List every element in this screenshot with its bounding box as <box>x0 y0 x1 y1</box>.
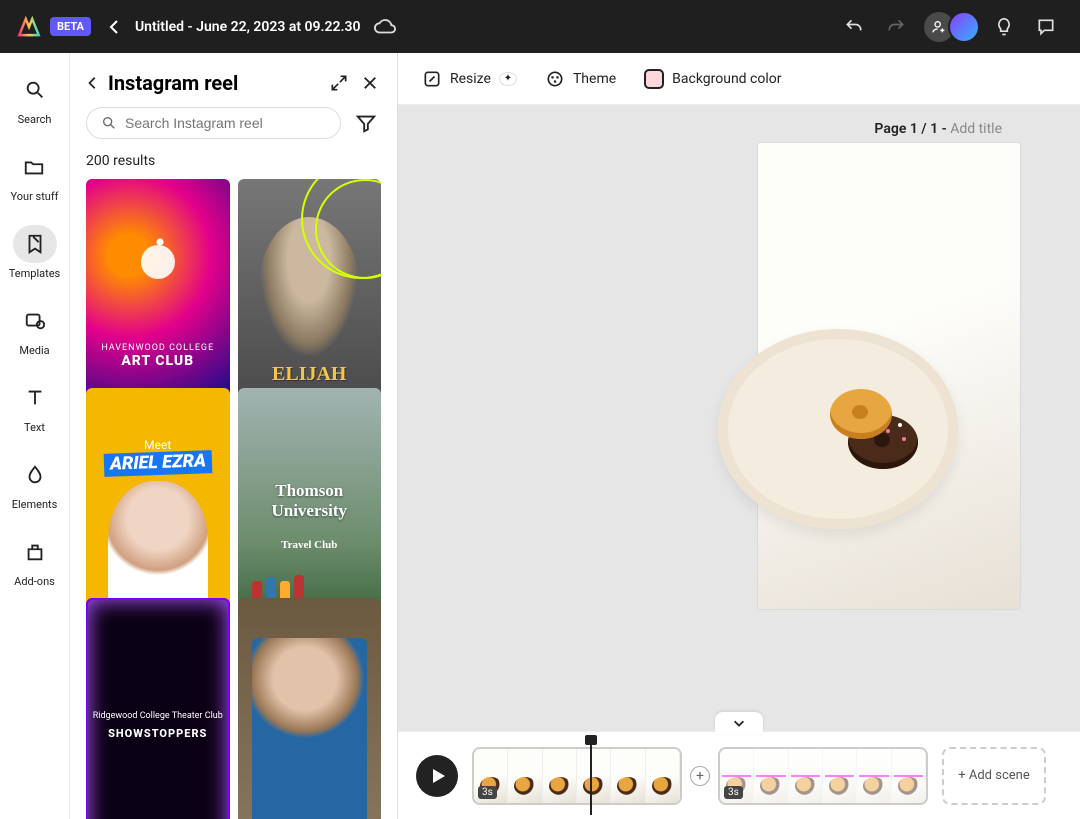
undo-button[interactable] <box>836 9 872 45</box>
timeline-scene[interactable]: 3s <box>472 747 682 805</box>
tool-media[interactable]: Media <box>13 302 57 357</box>
tool-text[interactable]: Text <box>13 379 57 434</box>
templates-icon <box>24 233 46 255</box>
template-card[interactable] <box>238 598 382 819</box>
nav-back-button[interactable] <box>103 15 127 39</box>
theme-icon <box>545 69 565 89</box>
beta-badge: BETA <box>50 17 91 36</box>
search-icon <box>24 79 46 101</box>
addons-icon <box>24 541 46 563</box>
background-color-button[interactable]: Background color <box>644 69 781 89</box>
page-info[interactable]: Page 1 / 1 - Add title <box>874 121 1002 137</box>
color-swatch-icon <box>644 69 664 89</box>
user-avatar[interactable] <box>948 11 980 43</box>
canvas-page[interactable] <box>758 143 1020 609</box>
panel-title: Instagram reel <box>108 71 319 95</box>
timeline-playhead[interactable] <box>590 737 592 815</box>
app-logo-icon <box>16 14 42 40</box>
tool-addons[interactable]: Add-ons <box>13 533 57 588</box>
panel-back-button[interactable] <box>86 76 100 90</box>
filter-button[interactable] <box>351 108 381 138</box>
folder-icon <box>23 156 45 178</box>
comments-icon[interactable] <box>1028 9 1064 45</box>
theme-button[interactable]: Theme <box>545 69 616 89</box>
elements-icon <box>24 464 46 486</box>
timeline-scene[interactable]: 3s <box>718 747 928 805</box>
canvas-viewport[interactable]: Page 1 / 1 - Add title <box>398 105 1080 731</box>
timeline-collapse-button[interactable] <box>715 712 763 734</box>
add-title-link[interactable]: Add title <box>950 121 1002 137</box>
panel-close-button[interactable] <box>359 72 381 94</box>
resize-button[interactable]: Resize ✦ <box>422 69 517 89</box>
templates-panel: Instagram reel 200 results HAVENWOOD COL… <box>70 53 398 819</box>
canvas-toolbar: Resize ✦ Theme Background color <box>398 53 1080 105</box>
text-icon <box>24 387 46 409</box>
add-scene-button[interactable]: + Add scene <box>942 747 1046 805</box>
scene-duration: 3s <box>724 786 743 799</box>
chevron-down-icon <box>732 716 746 730</box>
timeline: 3s + 3s + Add scene <box>398 731 1080 819</box>
template-search-input[interactable] <box>86 107 341 139</box>
resize-icon <box>422 69 442 89</box>
tools-sidebar: Search Your stuff Templates Media Text E… <box>0 53 70 819</box>
top-bar: BETA Untitled - June 22, 2023 at 09.22.3… <box>0 0 1080 53</box>
media-icon <box>24 310 46 332</box>
scene-duration: 3s <box>478 786 497 799</box>
results-count: 200 results <box>70 147 397 179</box>
premium-icon: ✦ <box>499 72 517 86</box>
help-icon[interactable] <box>986 9 1022 45</box>
tool-your-stuff[interactable]: Your stuff <box>10 148 58 203</box>
template-search-field[interactable] <box>125 115 326 131</box>
share-avatars[interactable] <box>924 11 980 43</box>
tool-elements[interactable]: Elements <box>12 456 58 511</box>
tool-templates[interactable]: Templates <box>9 225 60 280</box>
redo-button <box>878 9 914 45</box>
template-grid: HAVENWOOD COLLEGE ART CLUB ELIJAH JONES … <box>70 179 397 819</box>
cloud-sync-icon[interactable] <box>374 16 396 38</box>
document-title[interactable]: Untitled - June 22, 2023 at 09.22.30 <box>135 19 361 35</box>
template-card[interactable]: Ridgewood College Theater Club SHOWSTOPP… <box>86 598 230 819</box>
add-between-scenes-button[interactable]: + <box>690 766 710 786</box>
tool-search[interactable]: Search <box>13 71 57 126</box>
canvas-area: Resize ✦ Theme Background color Page 1 /… <box>398 53 1080 819</box>
panel-expand-button[interactable] <box>327 71 351 95</box>
timeline-play-button[interactable] <box>416 755 458 797</box>
search-icon <box>101 115 117 131</box>
